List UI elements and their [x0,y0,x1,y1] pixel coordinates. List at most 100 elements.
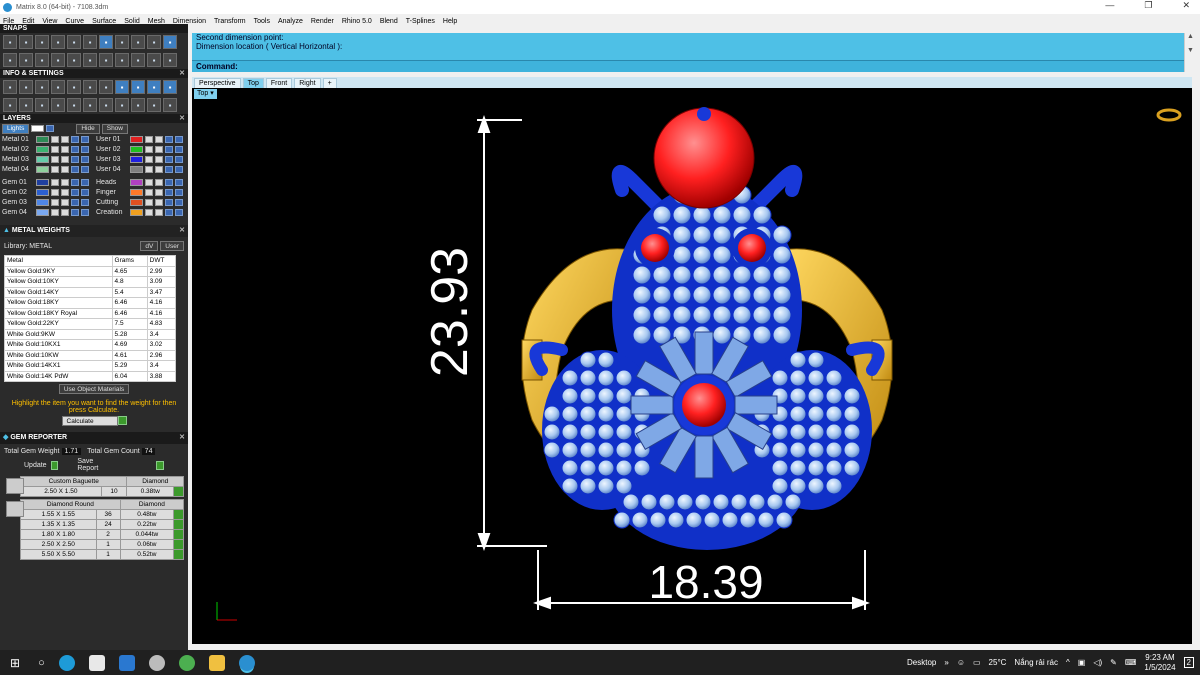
layer-lock-toggle[interactable] [155,145,163,153]
layer-color-swatch[interactable] [36,155,49,163]
layer-visibility-toggle[interactable] [51,178,59,186]
tool-icon[interactable]: ▪ [163,53,177,67]
layer-visibility-toggle[interactable] [51,135,59,143]
layer-row[interactable]: Gem 04 [0,207,92,217]
metal-row[interactable]: Yellow Gold:14KY 5.4 3.47 [4,286,177,298]
layer-visibility-toggle[interactable] [145,178,153,186]
metal-column-header[interactable]: Grams [111,255,148,267]
tool-icon[interactable]: ▪ [3,53,17,67]
command-prompt[interactable]: Command: [192,60,1184,72]
layer-visibility-toggle[interactable] [51,188,59,196]
layer-visibility-toggle[interactable] [145,208,153,216]
menu-item[interactable]: Help [443,18,457,25]
pen-icon[interactable]: ✎ [1110,658,1117,667]
layer-row[interactable]: Gem 02 [0,187,92,197]
tool-icon[interactable]: ▪ [131,98,145,112]
tool-icon[interactable]: ▪ [115,35,129,49]
update-go-icon[interactable] [50,460,59,470]
metal-row[interactable]: White Gold:9KW 5.28 3.4 [4,328,177,340]
tool-icon[interactable]: ▪ [83,35,97,49]
layer-visibility-toggle[interactable] [51,155,59,163]
layer-hide-toggle[interactable] [81,188,89,196]
calculate-button[interactable]: Calculate [61,416,118,426]
layer-hide-toggle[interactable] [175,178,183,186]
layer-select-toggle[interactable] [71,208,79,216]
layer-select-toggle[interactable] [71,188,79,196]
tool-icon[interactable]: ▪ [19,80,33,94]
gem-go-icon[interactable] [173,539,184,550]
layer-color-swatch[interactable] [36,145,49,153]
minimize-button[interactable]: — [1105,0,1114,11]
tool-icon[interactable]: ▪ [35,98,49,112]
tool-icon[interactable]: ▪ [163,35,177,49]
tool-icon[interactable]: ▪ [115,53,129,67]
gem-row[interactable]: 1.35 X 1.35 24 0.22tw [20,519,184,530]
layer-row[interactable]: Gem 03 [0,197,92,207]
viewport-tab[interactable]: Top [242,78,264,88]
tool-icon[interactable]: ▪ [99,35,113,49]
tool-icon[interactable]: ▪ [147,35,161,49]
layer-hide-toggle[interactable] [81,165,89,173]
volume-icon[interactable]: ◁) [1093,658,1102,667]
gem-row[interactable]: 5.50 X 5.50 1 0.52tw [20,549,184,560]
layer-visibility-toggle[interactable] [145,198,153,206]
menu-item[interactable]: Blend [380,18,398,25]
restore-button[interactable]: ❐ [1144,0,1152,11]
layer-select-toggle[interactable] [165,178,173,186]
active-view-button[interactable]: Top ▾ [194,89,217,99]
layer-select-toggle[interactable] [165,165,173,173]
tool-icon[interactable]: ▪ [83,98,97,112]
metal-row[interactable]: White Gold:14K PdW 6.04 3.88 [4,370,177,382]
lights-swatch[interactable] [31,125,45,132]
mail-icon[interactable] [118,654,135,671]
layer-color-swatch[interactable] [36,198,49,206]
tool-icon[interactable]: ▪ [3,98,17,112]
tool-icon[interactable]: ▪ [35,35,49,49]
layer-select-toggle[interactable] [165,145,173,153]
tool-icon[interactable]: ▪ [67,80,81,94]
viewport-tab[interactable]: + [322,78,337,88]
layer-hide-toggle[interactable] [81,178,89,186]
tool-icon[interactable]: ▪ [131,80,145,94]
tool-icon[interactable]: ▪ [147,80,161,94]
search-icon[interactable]: ○ [38,657,45,669]
edge-icon[interactable] [58,654,75,671]
layer-color-swatch[interactable] [130,155,143,163]
layer-lock-toggle[interactable] [61,145,69,153]
metal-column-header[interactable]: Metal [4,255,113,267]
layer-select-toggle[interactable] [165,188,173,196]
metal-row[interactable]: Yellow Gold:18KY Royal 6.46 4.16 [4,307,177,319]
save-report-button[interactable]: Save Report [77,458,108,472]
close-button[interactable]: ✕ [1182,0,1190,11]
menu-item[interactable]: Tools [254,18,270,25]
library-user-button[interactable]: User [160,241,184,251]
menu-item[interactable]: Transform [214,18,246,25]
layer-lock-toggle[interactable] [155,155,163,163]
gem-go-icon[interactable] [173,519,184,530]
viewport-tab[interactable]: Right [294,78,321,88]
layer-color-swatch[interactable] [36,178,49,186]
chrome-icon[interactable] [178,654,195,671]
layer-hide-toggle[interactable] [81,208,89,216]
layer-lock-toggle[interactable] [155,188,163,196]
layer-hide-toggle[interactable] [175,165,183,173]
tool-icon[interactable]: ▪ [51,35,65,49]
layer-lock-toggle[interactable] [155,198,163,206]
store-icon[interactable] [88,654,105,671]
lights-button[interactable]: Lights [2,123,30,134]
layer-hide-toggle[interactable] [81,145,89,153]
app-icon-generic[interactable] [148,654,165,671]
temperature[interactable]: 25°C [989,658,1007,667]
show-button[interactable]: Show [101,123,128,134]
layer-select-toggle[interactable] [71,178,79,186]
tool-icon[interactable]: ▪ [19,53,33,67]
layer-hide-toggle[interactable] [81,198,89,206]
metal-row[interactable]: Yellow Gold:10KY 4.8 3.09 [4,276,177,288]
gem-go-icon[interactable] [173,529,184,540]
command-scrollbar[interactable]: ▲ ▼ [1184,33,1196,72]
gem-row[interactable]: 1.55 X 1.55 36 0.48tw [20,509,184,520]
menu-item[interactable]: T-Splines [406,18,435,25]
windows-start-icon[interactable]: ⊞ [10,656,20,670]
layer-color-swatch[interactable] [130,188,143,196]
layer-select-toggle[interactable] [165,155,173,163]
